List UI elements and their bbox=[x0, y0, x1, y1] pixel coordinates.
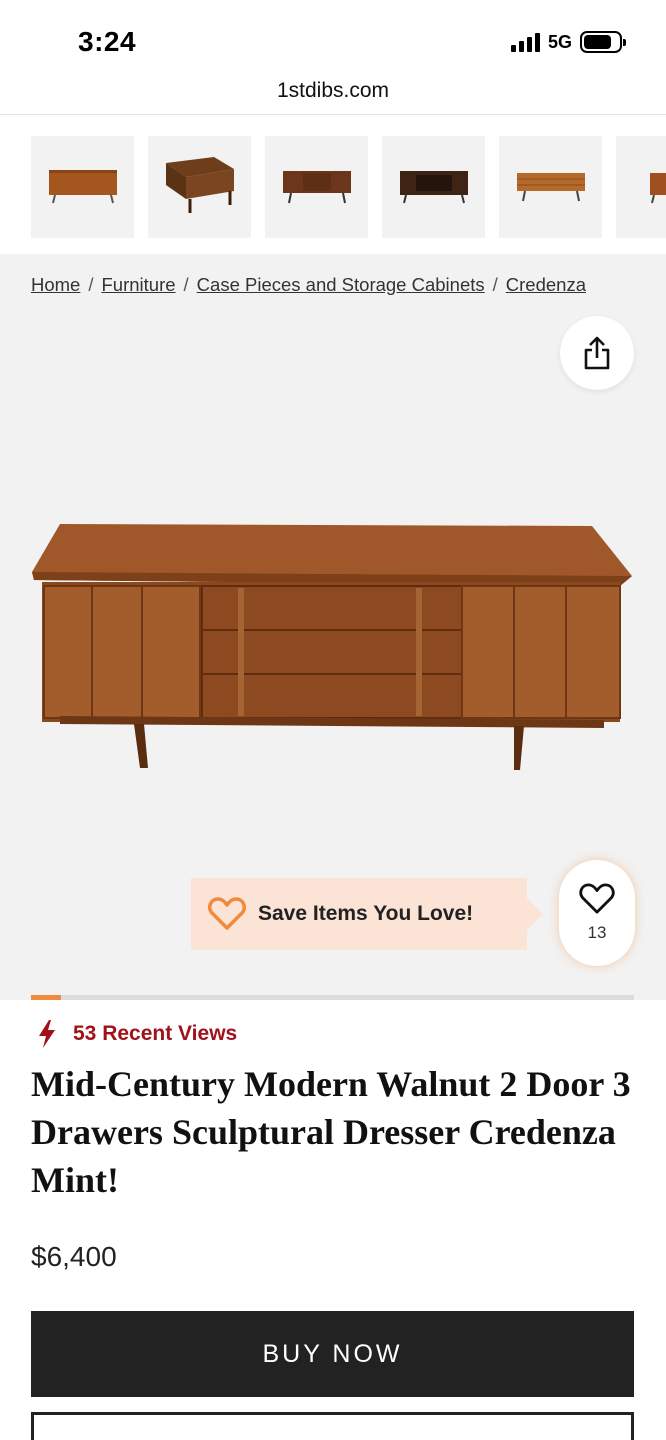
breadcrumb-case-pieces[interactable]: Case Pieces and Storage Cabinets bbox=[197, 274, 485, 295]
network-label: 5G bbox=[547, 31, 572, 52]
product-title: Mid-Century Modern Walnut 2 Door 3 Drawe… bbox=[31, 1064, 631, 1200]
favorite-count: 13 bbox=[587, 923, 607, 942]
save-items-text: Save Items You Love! bbox=[258, 902, 474, 925]
product-price: $6,400 bbox=[31, 1241, 117, 1272]
breadcrumb-credenza[interactable]: Credenza bbox=[506, 274, 586, 295]
status-bar: 3:24 5G bbox=[0, 0, 666, 68]
product-gallery[interactable]: Home / Furniture / Case Pieces and Storage C… bbox=[0, 254, 666, 1000]
heart-icon bbox=[579, 883, 615, 914]
breadcrumb-separator: / bbox=[88, 274, 94, 295]
status-indicators: 5G bbox=[510, 31, 626, 53]
signal-icon bbox=[510, 32, 540, 52]
buy-now-button[interactable]: BUY NOW bbox=[31, 1311, 634, 1397]
product-main-image bbox=[32, 524, 632, 770]
heart-icon bbox=[208, 897, 246, 931]
recent-views-text: 53 Recent Views bbox=[73, 1022, 238, 1045]
lightning-bolt-icon bbox=[39, 1020, 55, 1048]
secondary-action-button[interactable] bbox=[31, 1412, 634, 1440]
share-button[interactable] bbox=[560, 316, 634, 390]
thumbnail[interactable] bbox=[382, 136, 485, 238]
gallery-progress bbox=[31, 995, 634, 1000]
thumbnail[interactable] bbox=[31, 136, 134, 238]
breadcrumb-home[interactable]: Home bbox=[31, 274, 80, 295]
url-text: 1stdibs.com bbox=[276, 79, 390, 102]
url-bar[interactable]: 1stdibs.com bbox=[0, 68, 666, 115]
recent-views: 53 Recent Views bbox=[37, 1020, 237, 1048]
favorite-button[interactable]: 13 bbox=[559, 860, 635, 966]
breadcrumb: Home / Furniture / Case Pieces and Storage C… bbox=[31, 274, 586, 296]
breadcrumb-separator: / bbox=[183, 274, 189, 295]
thumbnail[interactable] bbox=[499, 136, 602, 238]
thumbnail[interactable] bbox=[616, 136, 666, 238]
thumbnail[interactable] bbox=[265, 136, 368, 238]
save-items-prompt[interactable]: Save Items You Love! bbox=[191, 878, 543, 950]
breadcrumb-separator: / bbox=[492, 274, 498, 295]
gallery-progress-fill bbox=[31, 995, 62, 1000]
thumbnail-strip bbox=[31, 136, 666, 238]
breadcrumb-furniture[interactable]: Furniture bbox=[102, 274, 176, 295]
battery-icon bbox=[580, 31, 626, 53]
thumbnail[interactable] bbox=[148, 136, 251, 238]
share-icon bbox=[584, 336, 610, 370]
status-time: 3:24 bbox=[78, 26, 137, 57]
